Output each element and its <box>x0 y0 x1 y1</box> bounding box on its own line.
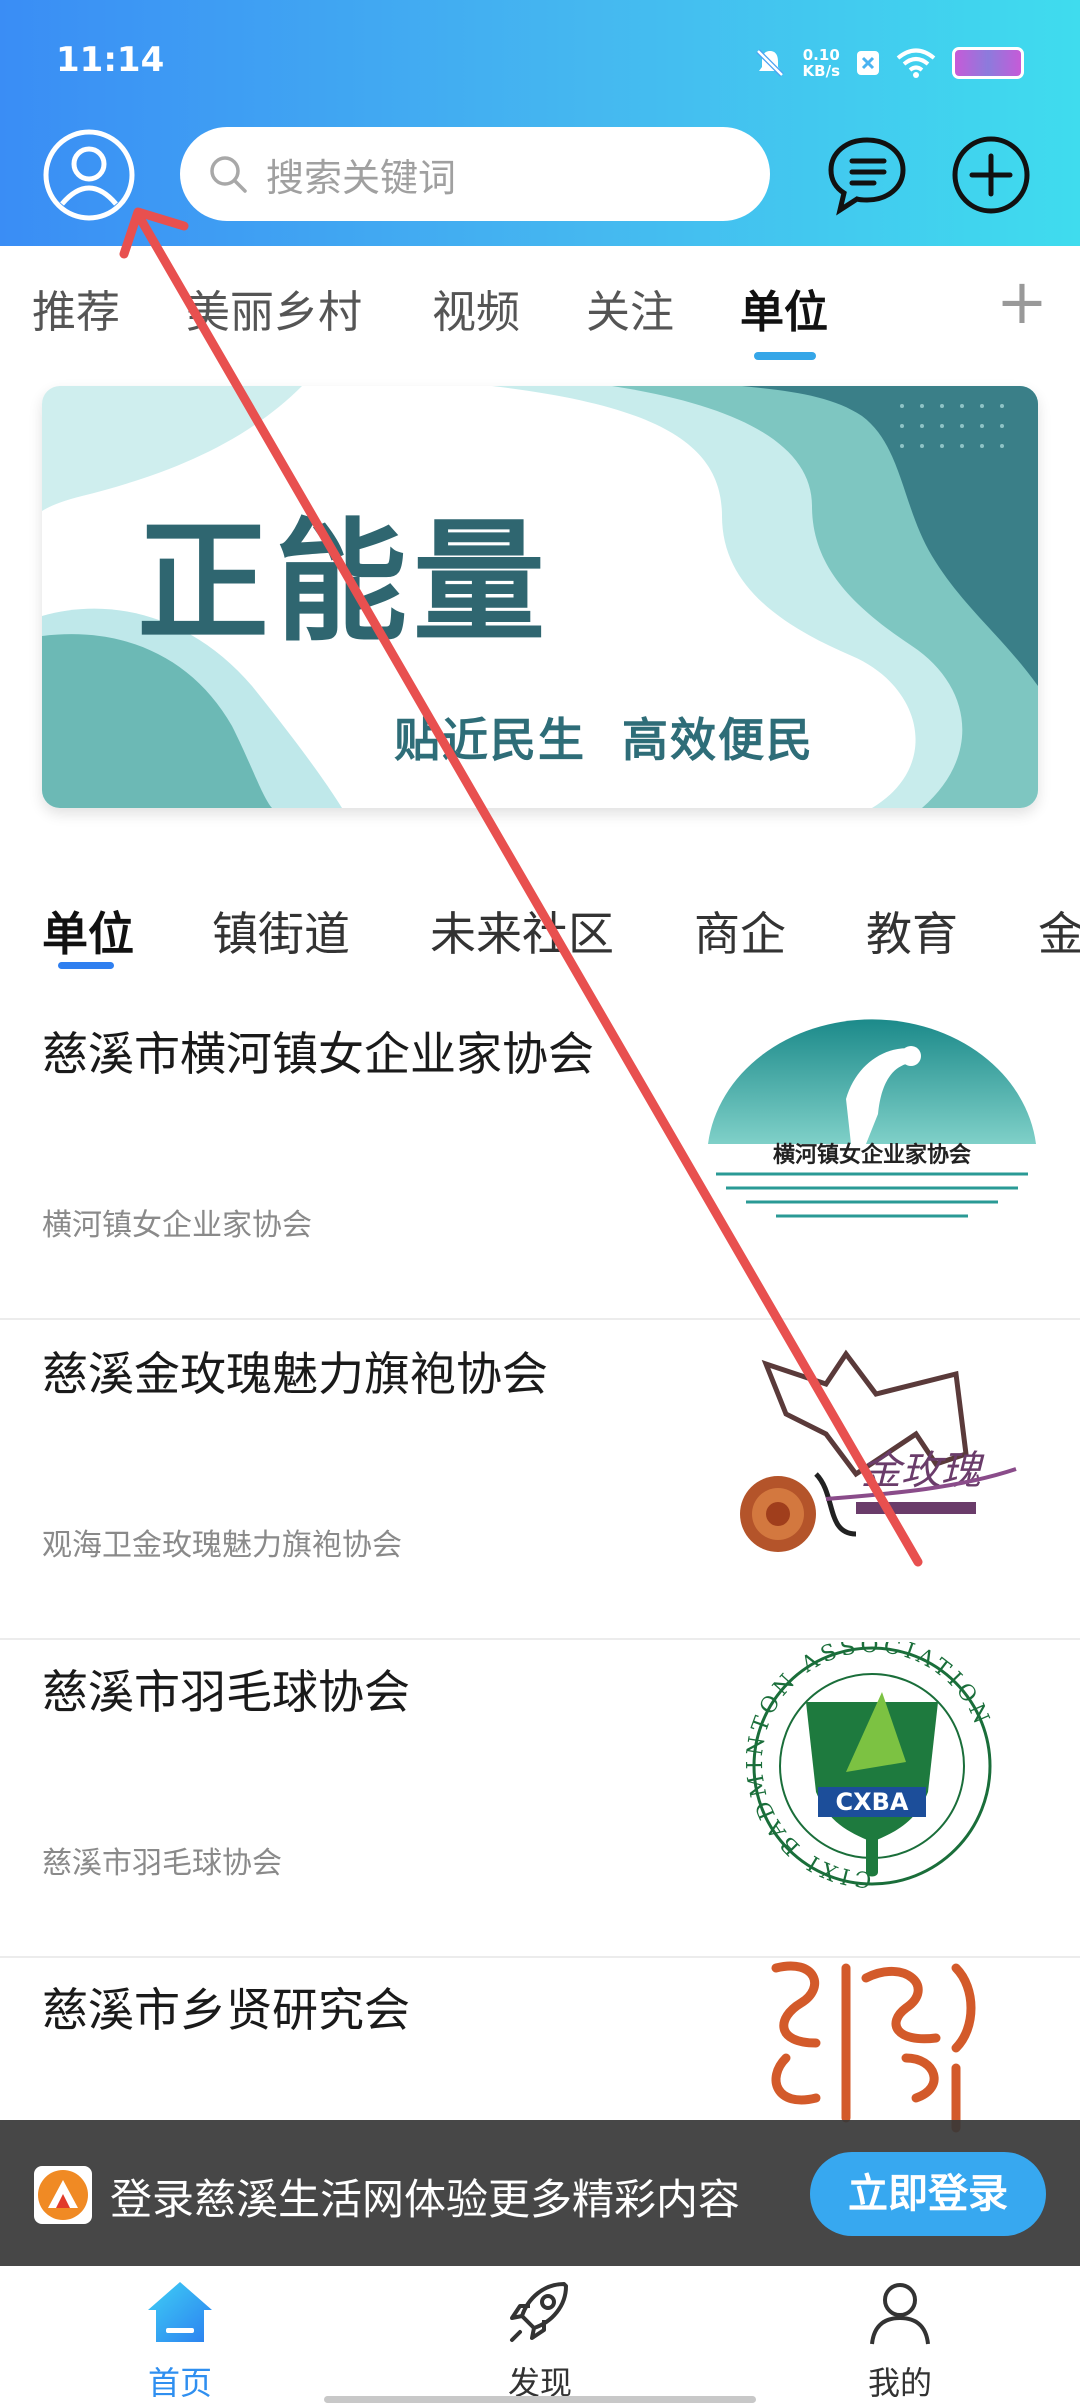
item-source: 观海卫金玫瑰魅力旗袍协会 <box>42 1528 402 1563</box>
tab-video[interactable]: 视频 <box>432 276 520 340</box>
category-tab-education[interactable]: 教育 <box>866 898 958 964</box>
item-thumbnail: 横河镇女企业家协会 <box>706 1004 1038 1254</box>
login-prompt-bar: 登录慈溪生活网体验更多精彩内容 立即登录 <box>0 2120 1080 2266</box>
list-item[interactable]: 慈溪金玫瑰魅力旗袍协会 观海卫金玫瑰魅力旗袍协会 金玫瑰 <box>0 1320 1080 1640</box>
promo-banner[interactable]: 正能量 贴近民生 高效便民 <box>42 386 1038 808</box>
thumb-text: CXBA <box>836 1788 909 1816</box>
status-icons: 0.10 KB/s <box>753 40 1024 86</box>
category-tab-business[interactable]: 商企 <box>694 898 786 964</box>
avatar-icon[interactable] <box>42 128 136 222</box>
nav-home-label: 首页 <box>147 2364 212 2402</box>
home-indicator[interactable] <box>324 2396 756 2403</box>
rocket-icon <box>510 2282 568 2342</box>
item-title: 慈溪市横河镇女企业家协会 <box>42 1027 594 1081</box>
search-input[interactable]: 搜索关键词 <box>180 127 770 221</box>
app-logo <box>34 2166 92 2224</box>
add-tab-button[interactable]: + <box>996 271 1048 333</box>
tab-beautiful-village[interactable]: 美丽乡村 <box>186 276 362 340</box>
category-tab-future-community[interactable]: 未来社区 <box>430 898 614 964</box>
banner-subtitle: 贴近民生 高效便民 <box>394 713 815 767</box>
net-speed-value: 0.10 <box>802 46 840 64</box>
nav-mine-label: 我的 <box>867 2364 932 2402</box>
list-item[interactable]: 慈溪市横河镇女企业家协会 横河镇女企业家协会 横河镇女企业家协会 <box>0 1000 1080 1320</box>
tab-active-indicator <box>754 352 816 360</box>
search-placeholder: 搜索关键词 <box>266 155 457 200</box>
data-icon <box>857 51 879 75</box>
mute-icon <box>755 49 784 77</box>
item-title: 慈溪金玫瑰魅力旗袍协会 <box>42 1347 548 1401</box>
nav-discover[interactable]: 发现 <box>440 2266 640 2408</box>
tab-follow[interactable]: 关注 <box>586 276 674 340</box>
login-button[interactable]: 立即登录 <box>810 2152 1046 2236</box>
wifi-icon <box>896 48 936 78</box>
bottom-navigation: 首页 发现 我的 <box>0 2266 1080 2408</box>
category-tab-unit[interactable]: 单位 <box>42 898 134 964</box>
nav-home[interactable]: 首页 <box>80 2266 280 2408</box>
item-source: 横河镇女企业家协会 <box>42 1208 312 1243</box>
item-title: 慈溪市乡贤研究会 <box>42 1983 410 2037</box>
category-active-indicator <box>58 962 114 969</box>
net-speed-unit: KB/s <box>802 62 840 80</box>
list-item[interactable]: 慈溪市乡贤研究会 <box>0 1956 1080 2133</box>
tab-unit[interactable]: 单位 <box>740 276 828 340</box>
person-icon <box>870 2283 930 2345</box>
category-tab-finance[interactable]: 金 <box>1038 898 1080 964</box>
banner-title: 正能量 <box>137 506 551 660</box>
item-thumbnail: 金玫瑰 <box>706 1324 1038 1574</box>
message-icon[interactable] <box>826 134 908 216</box>
search-icon <box>210 156 247 193</box>
category-tab-town-street[interactable]: 镇街道 <box>212 898 350 964</box>
thumb-text: 横河镇女企业家协会 <box>773 1142 971 1168</box>
nav-mine[interactable]: 我的 <box>800 2266 1000 2408</box>
login-prompt-text: 登录慈溪生活网体验更多精彩内容 <box>110 2175 741 2224</box>
thumb-text: 金玫瑰 <box>861 1448 985 1494</box>
app-header: 11:14 0.10 KB/s 搜索关键词 <box>0 0 1080 246</box>
home-icon <box>148 2282 212 2342</box>
item-thumbnail: CIXI BADMINTON ASSOCIATION CXBA <box>706 1642 1038 1892</box>
item-source: 慈溪市羽毛球协会 <box>42 1846 282 1881</box>
tab-recommend[interactable]: 推荐 <box>32 276 120 340</box>
item-title: 慈溪市羽毛球协会 <box>42 1665 410 1719</box>
list-item[interactable]: 慈溪市羽毛球协会 慈溪市羽毛球协会 CIXI BADMINTON ASSOCIA… <box>0 1638 1080 1958</box>
battery-icon <box>952 47 1024 79</box>
net-speed: 0.10 KB/s <box>803 47 840 79</box>
top-tab-bar: 推荐 美丽乡村 视频 关注 单位 + <box>0 246 1080 366</box>
add-icon[interactable] <box>950 134 1032 216</box>
status-time: 11:14 <box>56 40 165 80</box>
